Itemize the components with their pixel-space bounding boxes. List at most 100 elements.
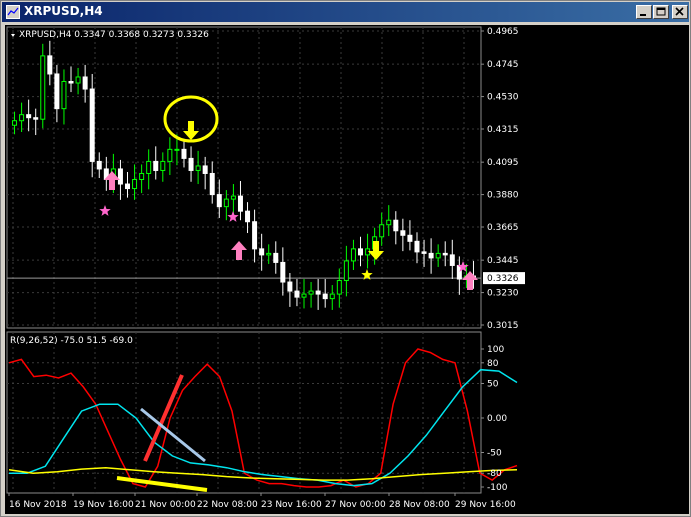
candle-body: [47, 55, 53, 75]
indicator-tick-label: -100: [487, 483, 508, 493]
candle-body: [315, 290, 321, 295]
candle-body: [350, 248, 356, 262]
time-tick-label: 19 Nov 16:00: [73, 500, 134, 510]
trend-line-yellow: [116, 476, 208, 492]
candle-body: [12, 120, 18, 126]
candle-body: [400, 230, 406, 236]
price-tick-label: 0.3665: [487, 223, 519, 233]
candle-body: [33, 117, 39, 120]
candle-body: [358, 248, 363, 256]
candle-body: [266, 252, 272, 256]
candle-body: [245, 210, 251, 223]
candle-body: [89, 88, 95, 162]
candle-body: [273, 252, 279, 263]
candle-body: [174, 148, 180, 151]
price-tick-label: 0.4095: [487, 158, 519, 168]
candle-body: [280, 261, 286, 283]
candle-body: [181, 148, 187, 159]
indicator-tick-label: 100: [487, 345, 504, 355]
candle-body: [428, 252, 434, 259]
candle-body: [259, 248, 265, 256]
candle-body: [96, 160, 102, 170]
star-marker-icon: [227, 211, 239, 222]
candle-body: [343, 260, 349, 282]
window-title: XRPUSD,H4: [24, 4, 103, 18]
chart-app-icon: [6, 5, 20, 19]
symbol-header: XRPUSD,H4 0.3347 0.3368 0.3273 0.3326: [19, 30, 209, 40]
candle-body: [19, 114, 25, 122]
minimize-icon: [640, 14, 646, 16]
time-tick-label: 29 Nov 16:00: [455, 500, 516, 510]
candle-body: [202, 165, 208, 174]
trend-line-blue: [140, 407, 206, 463]
candle-body: [442, 252, 448, 256]
candle-body: [414, 240, 420, 253]
candle-body: [139, 172, 145, 181]
candle-body: [252, 221, 258, 250]
price-tick-label: 0.4530: [487, 93, 519, 103]
candle-body: [223, 198, 229, 208]
candle-body: [82, 76, 88, 90]
candle-body: [61, 81, 67, 110]
candle-body: [132, 179, 138, 190]
candle-body: [40, 55, 46, 120]
candle-body: [301, 293, 307, 298]
star-marker-icon: [99, 205, 111, 216]
candle-body: [160, 160, 166, 171]
candle-body: [329, 293, 335, 300]
candle-body: [449, 254, 455, 266]
candle-body: [435, 252, 441, 259]
candle-body: [75, 76, 81, 84]
maximize-button[interactable]: [653, 5, 669, 19]
candle-body: [386, 219, 392, 226]
candle-body: [393, 219, 399, 232]
candle-body: [188, 157, 194, 171]
maximize-icon: [656, 7, 666, 16]
indicator-tick-label: 80: [487, 359, 499, 369]
indicator-label: R(9,26,52) -75.0 51.5 -69.0: [10, 336, 133, 346]
minimize-button[interactable]: [636, 5, 652, 19]
price-tick-label: 0.3230: [487, 289, 519, 299]
chart-window: XRPUSD,H4 0.4965 0.4745 0.4530 0.4315 0.4095…: [0, 0, 691, 517]
price-tick-label: 0.4745: [487, 60, 519, 70]
indicator-tick-label: 50: [487, 380, 499, 390]
candle-body: [308, 290, 314, 295]
candle-body: [125, 183, 130, 190]
price-chart[interactable]: 0.4965 0.4745 0.4530 0.4315 0.4095 0.3880 0.36…: [5, 25, 689, 514]
current-price-label: 0.3326: [487, 274, 519, 284]
candle-body: [421, 251, 427, 254]
close-icon: [675, 7, 684, 16]
candle-body: [195, 165, 201, 171]
time-tick-label: 28 Nov 08:00: [389, 500, 450, 510]
candle-body: [153, 160, 159, 171]
candle-body: [68, 81, 74, 84]
candle-body: [322, 293, 328, 300]
close-button[interactable]: [672, 5, 688, 19]
candle-body: [167, 148, 173, 162]
candle-body: [230, 195, 236, 200]
sell-arrow-icon: [183, 121, 199, 140]
time-tick-label: 21 Nov 00:00: [135, 500, 196, 510]
buy-arrow-icon: [231, 241, 247, 260]
candle-body: [407, 234, 413, 242]
candle-body: [237, 195, 243, 212]
candle-body: [54, 73, 60, 110]
title-bar[interactable]: XRPUSD,H4: [2, 2, 689, 22]
candle-body: [117, 168, 123, 185]
price-tick-label: 0.4965: [487, 27, 519, 37]
candle-body: [336, 280, 342, 295]
sell-arrow-shape: [183, 121, 199, 140]
candle-body: [146, 160, 152, 174]
time-tick-label: 27 Nov 00:00: [325, 500, 386, 510]
candle-body: [216, 194, 222, 208]
collapse-triangle-icon[interactable]: [11, 34, 15, 37]
indicator-tick-label: -50: [487, 449, 502, 459]
time-tick-label: 22 Nov 08:00: [197, 500, 258, 510]
price-tick-label: 0.4315: [487, 125, 519, 135]
time-tick-label: 16 Nov 2018: [9, 500, 67, 510]
price-tick-label: 0.3880: [487, 191, 519, 201]
indicator-tick-label: -80: [487, 469, 502, 479]
price-tick-label: 0.3015: [487, 321, 519, 331]
chart-area[interactable]: 0.4965 0.4745 0.4530 0.4315 0.4095 0.3880 0.36…: [5, 25, 689, 514]
candle-body: [379, 224, 385, 238]
